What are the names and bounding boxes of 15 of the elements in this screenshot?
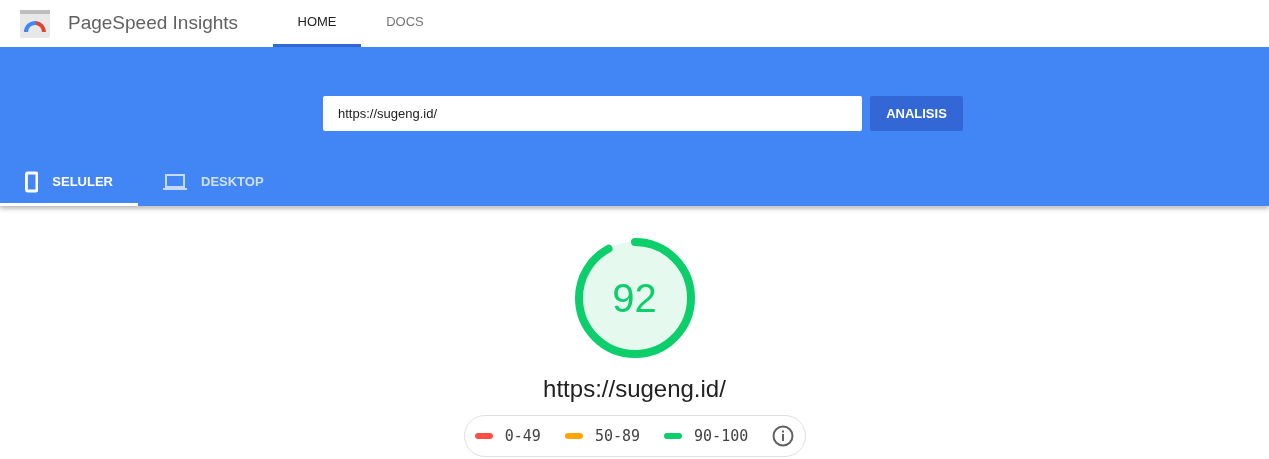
analyze-button[interactable]: ANALISIS (870, 96, 963, 131)
laptop-icon (163, 172, 187, 191)
legend-label: 50-89 (594, 425, 641, 447)
nav-tab[interactable]: DOCS (361, 0, 449, 47)
legend-label: 0-49 (504, 425, 541, 447)
phone-icon (25, 170, 39, 193)
logo-icon (20, 9, 50, 38)
legend-label: 90-100 (694, 425, 749, 447)
url-field[interactable]: https://sugeng.id/ (323, 96, 862, 131)
page-url: https://sugeng.id/ (543, 374, 726, 404)
device-tab[interactable]: DESKTOP (138, 160, 289, 206)
info-icon[interactable] (772, 425, 795, 447)
score-value: 92 (612, 278, 657, 318)
device-tab[interactable]: SELULER (0, 160, 138, 206)
app-title: PageSpeed Insights (68, 11, 240, 36)
